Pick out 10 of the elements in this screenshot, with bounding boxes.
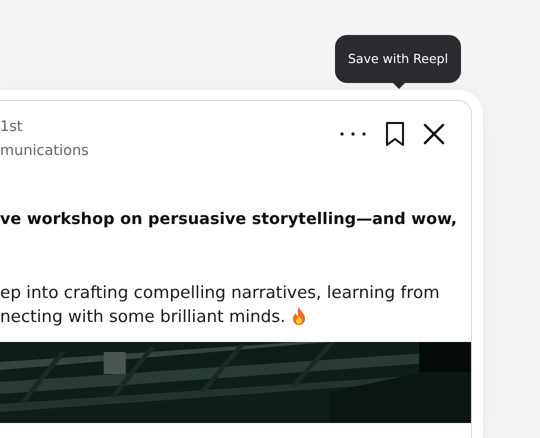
author-headline: munications bbox=[0, 142, 89, 161]
more-icon[interactable] bbox=[339, 131, 367, 137]
tooltip: Save with Reepl bbox=[335, 35, 462, 89]
bookmark-icon[interactable] bbox=[385, 121, 405, 147]
post-text: ep into crafting compelling narratives, learning from bbox=[0, 281, 441, 304]
post-text: necting with some brilliant minds. bbox=[0, 305, 286, 328]
flame-icon bbox=[291, 306, 308, 326]
close-icon[interactable] bbox=[423, 123, 445, 145]
post-lead-text: ve workshop on persuasive storytelling—and wow, bbox=[0, 209, 458, 228]
connection-degree: 1st bbox=[0, 118, 24, 137]
